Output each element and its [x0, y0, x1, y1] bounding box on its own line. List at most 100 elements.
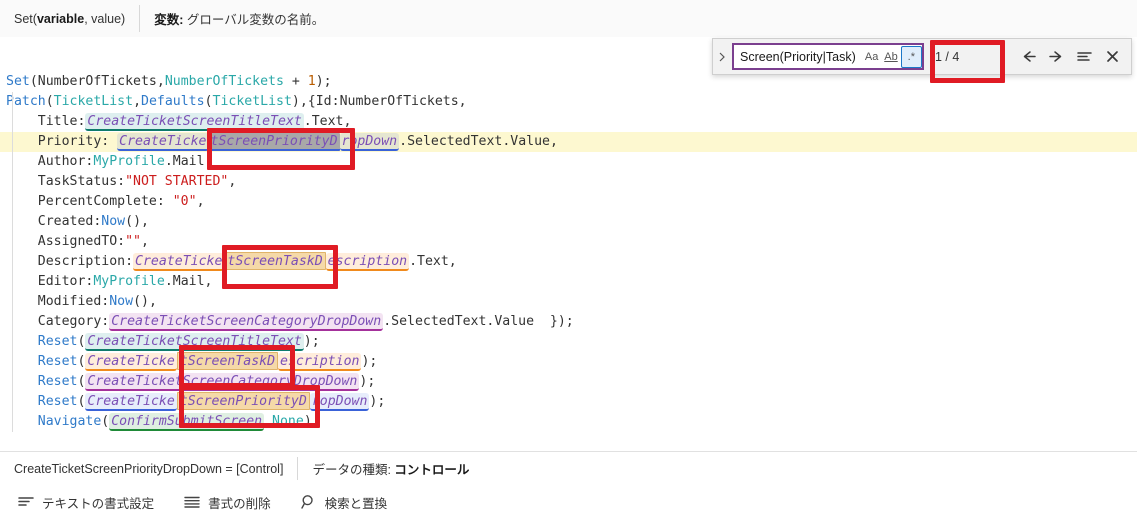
code-token: );: [361, 354, 377, 369]
code-token: "NOT STARTED": [125, 174, 228, 189]
chevron-right-icon[interactable]: [713, 39, 731, 74]
code-token: ,: [157, 74, 165, 89]
code-token: );: [304, 334, 320, 349]
format-text-button[interactable]: テキストの書式設定: [12, 488, 166, 517]
code-token: .SelectedText.Value,: [399, 134, 558, 149]
code-token: ,: [264, 414, 272, 429]
code-token: Priority:: [6, 134, 117, 149]
code-token: CreateTicke: [85, 353, 176, 371]
code-token: ,: [459, 94, 467, 109]
code-token: (),: [133, 294, 157, 309]
find-widget[interactable]: Aa Ab .* 1 / 4: [712, 38, 1132, 75]
match-case-toggle[interactable]: Aa: [862, 47, 881, 67]
find-replace-button[interactable]: 検索と置換: [295, 488, 400, 517]
code-line[interactable]: PercentComplete: "0",: [0, 192, 1137, 212]
code-token: :: [117, 174, 125, 189]
find-actions: [1017, 46, 1131, 68]
formula-code-editor[interactable]: Set(NumberOfTickets,NumberOfTickets + 1)…: [0, 37, 1137, 451]
code-token: .SelectedText.Value });: [383, 314, 574, 329]
code-token: ,: [228, 174, 236, 189]
code-token: ropDown: [310, 393, 370, 411]
code-token: ropDown: [340, 133, 400, 151]
code-line[interactable]: AssignedTO:"",: [0, 232, 1137, 252]
code-token: ,: [133, 94, 141, 109]
code-token: .Mail,: [165, 274, 213, 289]
format-text-icon: [17, 493, 35, 511]
code-line[interactable]: Description:CreateTicketScreenTaskDescri…: [0, 252, 1137, 272]
code-token: TicketList: [54, 94, 133, 109]
search-icon: [300, 493, 318, 511]
code-token: ): [304, 414, 312, 429]
code-token: .Text,: [304, 114, 352, 129]
code-line[interactable]: Reset(CreateTicketScreenPriorityDropDown…: [0, 392, 1137, 412]
code-token: Editor: [6, 274, 85, 289]
code-token: +: [284, 74, 308, 89]
code-token: ,: [141, 234, 149, 249]
formula-signature-prefix: Set(: [14, 12, 37, 26]
remove-formatting-button[interactable]: 書式の削除: [178, 488, 283, 517]
code-token: );: [369, 394, 385, 409]
code-token: (: [205, 94, 213, 109]
arrow-right-icon[interactable]: [1045, 46, 1067, 68]
code-line[interactable]: Modified:Now(),: [0, 292, 1137, 312]
code-token: NumberOfTickets: [340, 94, 459, 109]
code-token: CreateTicketScreenCategoryDropDown: [109, 313, 383, 331]
code-line[interactable]: Reset(CreateTicketScreenTitleText);: [0, 332, 1137, 352]
code-line[interactable]: Category:CreateTicketScreenCategoryDropD…: [0, 312, 1137, 332]
indent-guide: [12, 92, 13, 432]
code-token: Category: [6, 314, 101, 329]
code-token: Reset: [6, 354, 77, 369]
formula-signature: Set(variable, value): [0, 0, 139, 37]
code-token: (: [46, 94, 54, 109]
code-token: :: [332, 94, 340, 109]
code-line[interactable]: Priority: CreateTicketScreenPriorityDrop…: [0, 132, 1137, 152]
code-line[interactable]: Patch(TicketList,Defaults(TicketList),{I…: [0, 92, 1137, 112]
code-line[interactable]: Title:CreateTicketScreenTitleText.Text,: [0, 112, 1137, 132]
find-input-wrapper[interactable]: Aa Ab .*: [733, 44, 923, 69]
code-token: :: [117, 234, 125, 249]
code-line[interactable]: Created:Now(),: [0, 212, 1137, 232]
status-data-type-label: データの種類:: [312, 459, 390, 478]
code-token: .Text,: [409, 254, 457, 269]
find-input[interactable]: [734, 46, 862, 67]
code-line[interactable]: Author:MyProfile.Mail,: [0, 152, 1137, 172]
code-line[interactable]: Reset(CreateTicketScreenTaskDescription)…: [0, 352, 1137, 372]
code-token: None: [272, 414, 304, 429]
code-line[interactable]: Set(NumberOfTickets,NumberOfTickets + 1)…: [0, 72, 1137, 92]
find-replace-label: 検索と置換: [325, 493, 388, 512]
whole-word-toggle[interactable]: Ab: [881, 47, 900, 67]
status-bar: CreateTicketScreenPriorityDropDown = [Co…: [0, 451, 1137, 486]
search-match-token: tScreenPriorityD: [209, 133, 340, 151]
code-token: AssignedTO: [6, 234, 117, 249]
regex-toggle[interactable]: .*: [901, 46, 922, 68]
code-token: ),{: [292, 94, 316, 109]
code-token: NumberOfTickets: [38, 74, 157, 89]
search-match-token: tScreenPriorityD: [177, 392, 310, 410]
code-token: CreateTicke: [117, 133, 208, 151]
code-line[interactable]: TaskStatus:"NOT STARTED",: [0, 172, 1137, 192]
remove-formatting-label: 書式の削除: [208, 493, 271, 512]
code-token: NumberOfTickets: [165, 74, 284, 89]
code-token: MyProfile: [93, 274, 164, 289]
code-line-container[interactable]: Set(NumberOfTickets,NumberOfTickets + 1)…: [0, 72, 1137, 432]
code-token: TicketList: [213, 94, 292, 109]
code-line[interactable]: Navigate(ConfirmSubmitScreen,None): [0, 412, 1137, 432]
search-match-token: tScreenTaskD: [177, 352, 278, 370]
code-token: Id: [316, 94, 332, 109]
close-icon[interactable]: [1101, 46, 1123, 68]
status-control-expression: CreateTicketScreenPriorityDropDown = [Co…: [0, 452, 297, 485]
find-in-selection-icon[interactable]: [1073, 46, 1095, 68]
code-token: Title: [6, 114, 77, 129]
code-token: .Mail,: [165, 154, 213, 169]
status-data-type: データの種類: コントロール: [298, 452, 483, 485]
code-token: ,: [197, 194, 205, 209]
code-token: );: [316, 74, 332, 89]
formula-signature-param: variable: [37, 12, 84, 26]
formula-param-desc: グローバル変数の名前。: [187, 9, 324, 28]
code-line[interactable]: Reset(CreateTicketScreenCategoryDropDown…: [0, 372, 1137, 392]
format-text-label: テキストの書式設定: [42, 493, 154, 512]
arrow-left-icon[interactable]: [1017, 46, 1039, 68]
code-line[interactable]: Editor:MyProfile.Mail,: [0, 272, 1137, 292]
code-token: Reset: [6, 394, 77, 409]
code-token: Now: [109, 294, 133, 309]
